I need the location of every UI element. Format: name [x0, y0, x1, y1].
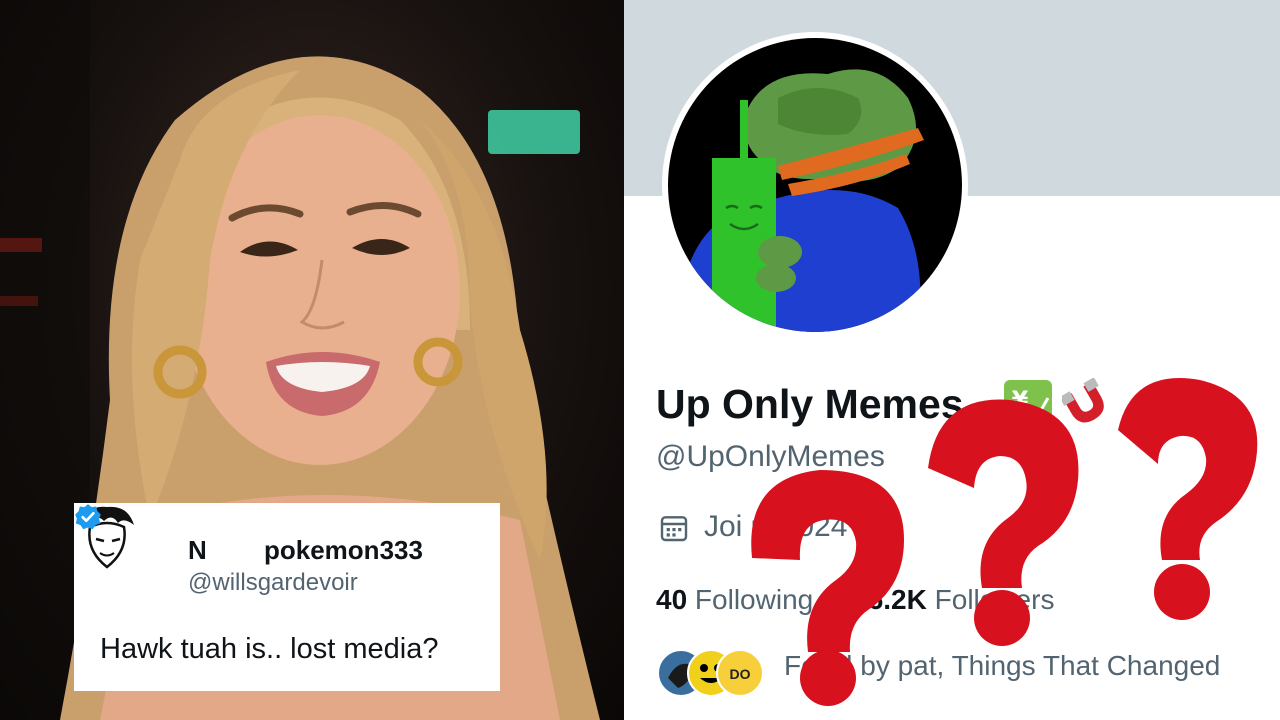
tweet-author-name[interactable]: N: [188, 535, 207, 566]
tweet-card[interactable]: N pokemon333 @willsgardevoir Hawk tuah i…: [74, 503, 500, 691]
tweet-author-name-rest[interactable]: pokemon333: [264, 535, 423, 566]
question-mark-icon: [751, 470, 904, 706]
question-marks-overlay: [751, 378, 1258, 706]
pepe-hug-image: [688, 69, 924, 332]
question-mark-icon: [1118, 378, 1258, 620]
photo-panel: N pokemon333 @willsgardevoir Hawk tuah i…: [0, 0, 624, 720]
following-count[interactable]: 40: [656, 584, 687, 615]
profile-avatar[interactable]: [662, 32, 968, 338]
calendar-icon: [660, 516, 688, 542]
tweet-text: Hawk tuah is.. lost media?: [100, 633, 439, 665]
question-mark-icon: [928, 399, 1079, 646]
tweet-author-handle[interactable]: @willsgardevoir: [188, 569, 358, 597]
verified-badge-icon: [75, 504, 101, 530]
